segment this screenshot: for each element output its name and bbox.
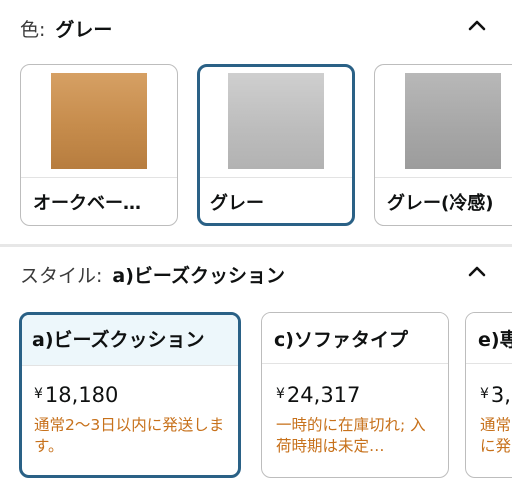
style-label: スタイル: [20, 265, 103, 287]
color-option-label: グレー(冷感) [387, 193, 494, 214]
availability-status: 一時的に在庫切れ; 入荷時期は未定… [276, 416, 426, 455]
chevron-up-icon[interactable] [466, 260, 488, 282]
style-option-name: e)専 [478, 329, 512, 351]
selected-color-value: グレー [55, 19, 113, 41]
color-option-gray[interactable]: グレー [197, 64, 355, 226]
color-option-label: グレー [210, 193, 264, 214]
color-options-carousel[interactable]: オークベー… グレー グレー(冷感) [0, 62, 512, 228]
color-section: 色: グレー オークベー… グレー グレー(冷感) [0, 0, 512, 244]
chevron-up-icon[interactable] [466, 14, 488, 36]
color-label: 色: [20, 19, 46, 41]
style-option-name: c)ソファタイプ [274, 329, 408, 351]
section-divider [0, 244, 512, 247]
style-option-beads-cushion[interactable]: a)ビーズクッション ¥18,180 通常2～3日以内に発送します。 [19, 312, 241, 478]
style-options-carousel[interactable]: a)ビーズクッション ¥18,180 通常2～3日以内に発送します。 c)ソファ… [0, 310, 512, 480]
color-option-label: オークベー… [33, 193, 141, 214]
color-option-gray-cool[interactable]: グレー(冷感) [374, 64, 512, 226]
color-header: 色: グレー [20, 18, 112, 42]
style-option-price: ¥18,180 [34, 383, 119, 407]
color-swatch-image [405, 73, 501, 169]
style-option-price: ¥24,317 [276, 383, 361, 407]
color-swatch-image [51, 73, 147, 169]
color-swatch-image [228, 73, 324, 169]
style-option-sofa-type[interactable]: c)ソファタイプ ¥24,317 一時的に在庫切れ; 入荷時期は未定… [261, 312, 449, 478]
style-option-price: ¥3, [480, 383, 511, 407]
availability-status: 通常2～3日以内に発送します。 [34, 416, 225, 455]
selected-style-value: a)ビーズクッション [112, 265, 285, 287]
style-header: スタイル: a)ビーズクッション [20, 264, 285, 288]
style-option-partial[interactable]: e)専 ¥3, 通常に発 [465, 312, 512, 478]
style-option-name: a)ビーズクッション [32, 329, 205, 351]
availability-status: 通常に発 [480, 416, 512, 455]
style-section: スタイル: a)ビーズクッション a)ビーズクッション ¥18,180 通常2～3… [0, 248, 512, 493]
color-option-oak-beige[interactable]: オークベー… [20, 64, 178, 226]
